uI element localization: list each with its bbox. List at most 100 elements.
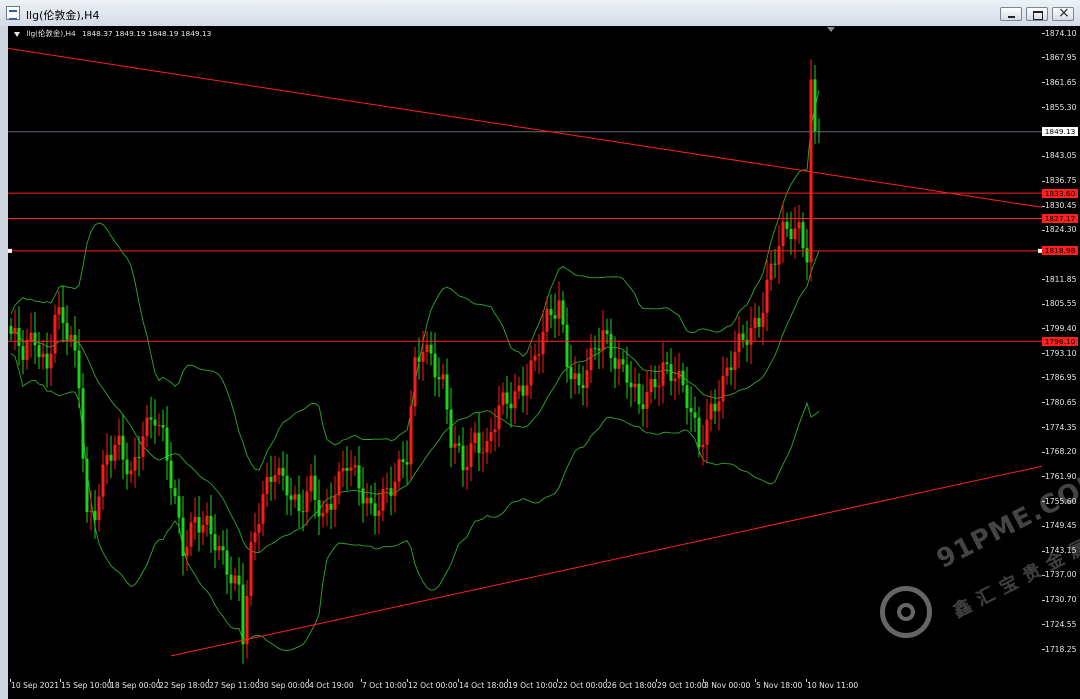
bear-candle bbox=[17, 327, 21, 347]
bull-candle bbox=[145, 417, 149, 437]
bull-candle bbox=[777, 246, 781, 265]
time-axis-label: 27 Sep 11:00 bbox=[209, 681, 260, 690]
bull-candle bbox=[249, 542, 253, 597]
time-axis-label: 29 Oct 10:00 bbox=[657, 681, 707, 690]
price-axis-label: 1774.35 bbox=[1045, 422, 1077, 432]
bear-candle bbox=[405, 462, 409, 465]
bear-candle bbox=[37, 345, 41, 358]
price-chart[interactable] bbox=[8, 26, 1042, 679]
price-axis-label: 1824.30 bbox=[1045, 225, 1077, 235]
bull-candle bbox=[325, 503, 329, 513]
bull-candle bbox=[41, 353, 45, 358]
bear-candle bbox=[593, 348, 597, 350]
price-axis-label: 1768.20 bbox=[1045, 447, 1077, 457]
bear-candle bbox=[597, 348, 601, 351]
bear-candle bbox=[281, 467, 285, 476]
level-price-label: 1796.10 bbox=[1042, 336, 1078, 346]
bear-candle bbox=[621, 359, 625, 365]
time-axis-label: 30 Sep 00:00 bbox=[259, 681, 310, 690]
time-axis-label: 10 Sep 2021 bbox=[11, 681, 60, 690]
bull-candle bbox=[589, 348, 593, 371]
maximize-button[interactable] bbox=[1026, 7, 1048, 21]
bear-candle bbox=[361, 488, 365, 504]
price-axis-label: 1830.45 bbox=[1045, 201, 1077, 211]
time-axis-label: 19 Oct 10:00 bbox=[508, 681, 558, 690]
time-axis-label: 22 Oct 00:00 bbox=[558, 681, 608, 690]
price-axis-label: 1811.85 bbox=[1045, 274, 1077, 284]
time-axis-label: 7 Oct 10:00 bbox=[362, 681, 407, 690]
bull-candle bbox=[97, 496, 101, 521]
bull-candle bbox=[645, 392, 649, 409]
bull-candle bbox=[13, 327, 17, 334]
bull-candle bbox=[673, 378, 677, 381]
bull-candle bbox=[721, 375, 725, 402]
bear-candle bbox=[689, 407, 693, 413]
time-axis-label: 10 Nov 11:00 bbox=[807, 681, 859, 690]
bear-candle bbox=[65, 322, 69, 340]
bull-candle bbox=[129, 470, 133, 475]
bear-candle bbox=[237, 575, 241, 585]
bear-candle bbox=[757, 318, 761, 327]
bear-candle bbox=[805, 248, 809, 263]
bear-candle bbox=[173, 488, 177, 497]
bull-candle bbox=[413, 357, 417, 407]
minimize-button[interactable] bbox=[1000, 7, 1022, 21]
bull-candle bbox=[781, 221, 785, 247]
bull-candle bbox=[485, 440, 489, 453]
bear-candle bbox=[225, 550, 229, 575]
watermark-logo-icon bbox=[880, 586, 932, 638]
bull-candle bbox=[277, 467, 281, 476]
chart-shift-marker-icon[interactable] bbox=[827, 27, 835, 32]
bull-candle bbox=[585, 370, 589, 389]
price-axis-label: 1867.95 bbox=[1045, 52, 1077, 62]
bear-candle bbox=[665, 362, 669, 365]
bear-candle bbox=[149, 417, 153, 420]
bull-candle bbox=[657, 385, 661, 388]
bull-candle bbox=[737, 333, 741, 353]
bear-candle bbox=[297, 494, 301, 512]
bear-candle bbox=[85, 458, 89, 512]
bull-candle bbox=[341, 467, 345, 472]
current-price-label: 1849.13 bbox=[1042, 127, 1078, 137]
bear-candle bbox=[457, 443, 461, 446]
bull-candle bbox=[393, 481, 397, 496]
bear-candle bbox=[565, 324, 569, 368]
bear-candle bbox=[301, 511, 305, 513]
bear-candle bbox=[637, 383, 641, 405]
bear-candle bbox=[741, 333, 745, 340]
bull-candle bbox=[101, 464, 105, 497]
price-axis[interactable]: 1874.10 1867.95 1861.65 1855.30 1849.13 1843.… bbox=[1042, 26, 1080, 679]
line-handle-left bbox=[8, 248, 12, 253]
bear-candle bbox=[681, 370, 685, 386]
bear-candle bbox=[745, 339, 749, 345]
bear-candle bbox=[73, 334, 77, 351]
price-axis-label: 1861.65 bbox=[1045, 77, 1077, 87]
time-axis-label: 3 Nov 00:00 bbox=[704, 681, 751, 690]
bear-candle bbox=[93, 510, 97, 521]
bear-candle bbox=[373, 503, 377, 516]
bull-candle bbox=[761, 312, 765, 327]
bear-candle bbox=[773, 263, 777, 265]
bull-candle bbox=[705, 419, 709, 445]
time-axis[interactable]: 10 Sep 2021 15 Sep 10:00 18 Sep 00:00 22 Se… bbox=[8, 679, 1080, 699]
price-axis-label: 1855.30 bbox=[1045, 102, 1077, 112]
bull-candle bbox=[489, 432, 493, 441]
bull-candle bbox=[185, 546, 189, 557]
bear-candle bbox=[685, 385, 689, 408]
price-axis-label: 1793.10 bbox=[1045, 348, 1077, 358]
time-axis-label: 4 Oct 19:00 bbox=[309, 681, 354, 690]
price-axis-label: 1874.10 bbox=[1045, 28, 1077, 38]
time-axis-label: 5 Nov 18:00 bbox=[756, 681, 803, 690]
bull-candle bbox=[453, 443, 457, 448]
bear-candle bbox=[285, 475, 289, 496]
bull-candle bbox=[769, 263, 773, 280]
close-button[interactable] bbox=[1052, 5, 1074, 21]
chart-window-icon bbox=[6, 6, 20, 20]
bull-candle bbox=[189, 522, 193, 547]
bear-candle bbox=[21, 346, 25, 360]
dropdown-triangle-icon bbox=[14, 31, 20, 37]
level-price-label: 1833.60 bbox=[1042, 188, 1078, 198]
bull-candle bbox=[49, 353, 53, 369]
bear-candle bbox=[221, 546, 225, 551]
bull-candle bbox=[141, 436, 145, 458]
